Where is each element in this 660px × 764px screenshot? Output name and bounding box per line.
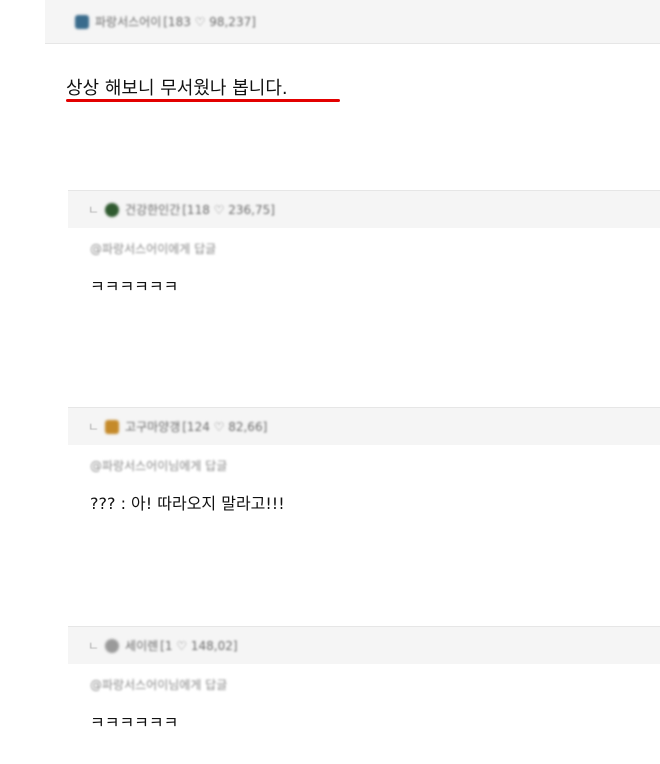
comment-header: ㄴ 세이렌 [1 ♡ 148,02] [68,626,660,664]
post-body-text: 상상 해보니 무서웠나 봅니다. [66,78,288,99]
author-avatar-icon [75,14,89,29]
comment-author-meta[interactable]: 고구마양갱 [124 ♡ 82,66] [105,418,267,435]
comment-item: ㄴ 세이렌 [1 ♡ 148,02] @파랑서스어이님에게 답글 ㅋㅋㅋㅋㅋㅋ [68,626,660,733]
reply-arrow-icon: ㄴ [88,639,100,653]
reply-arrow-icon: ㄴ [88,420,100,434]
comment-author-name[interactable]: 건강한인간 [125,201,180,218]
comment-text: ㅋㅋㅋㅋㅋㅋ [90,277,179,296]
comment-author-meta[interactable]: 세이렌 [1 ♡ 148,02] [105,637,238,654]
comment-item: ㄴ 건강한인간 [118 ♡ 236,75] @파랑서스어이에게 답글 ㅋㅋㅋㅋ… [68,190,660,297]
comment-author-name[interactable]: 세이렌 [125,637,158,654]
comment-author-name[interactable]: 고구마양갱 [125,418,180,435]
comment-author-stats: [118 ♡ 236,75] [182,202,275,217]
comment-header: ㄴ 고구마양갱 [124 ♡ 82,66] [68,407,660,445]
reply-arrow-icon: ㄴ [88,203,100,217]
comment-text: ??? : 아! 따라오지 말라고!!! [90,494,285,513]
author-avatar-icon [105,638,120,653]
comment-header: ㄴ 건강한인간 [118 ♡ 236,75] [68,190,660,228]
comment-text: ㅋㅋㅋㅋㅋㅋ [90,713,179,732]
reply-mention[interactable]: @파랑서스어이님에게 답글 [90,676,660,693]
author-avatar-icon [105,419,120,434]
post-author-stats: [183 ♡ 98,237] [163,14,256,29]
comment-author-stats: [124 ♡ 82,66] [182,419,268,434]
comment-item: ㄴ 고구마양갱 [124 ♡ 82,66] @파랑서스어이님에게 답글 ??? … [68,407,660,514]
author-avatar-icon [105,202,120,217]
post-header: 파랑서스어이 [183 ♡ 98,237] [45,0,660,44]
comment-author-meta[interactable]: 건강한인간 [118 ♡ 236,75] [105,201,275,218]
comment-author-stats: [1 ♡ 148,02] [160,638,238,653]
reply-mention[interactable]: @파랑서스어이에게 답글 [90,240,660,257]
post-author-name[interactable]: 파랑서스어이 [95,13,161,30]
post-author-meta[interactable]: 파랑서스어이 [183 ♡ 98,237] [75,13,256,30]
red-underline-highlight [66,99,340,102]
reply-mention[interactable]: @파랑서스어이님에게 답글 [90,457,660,474]
